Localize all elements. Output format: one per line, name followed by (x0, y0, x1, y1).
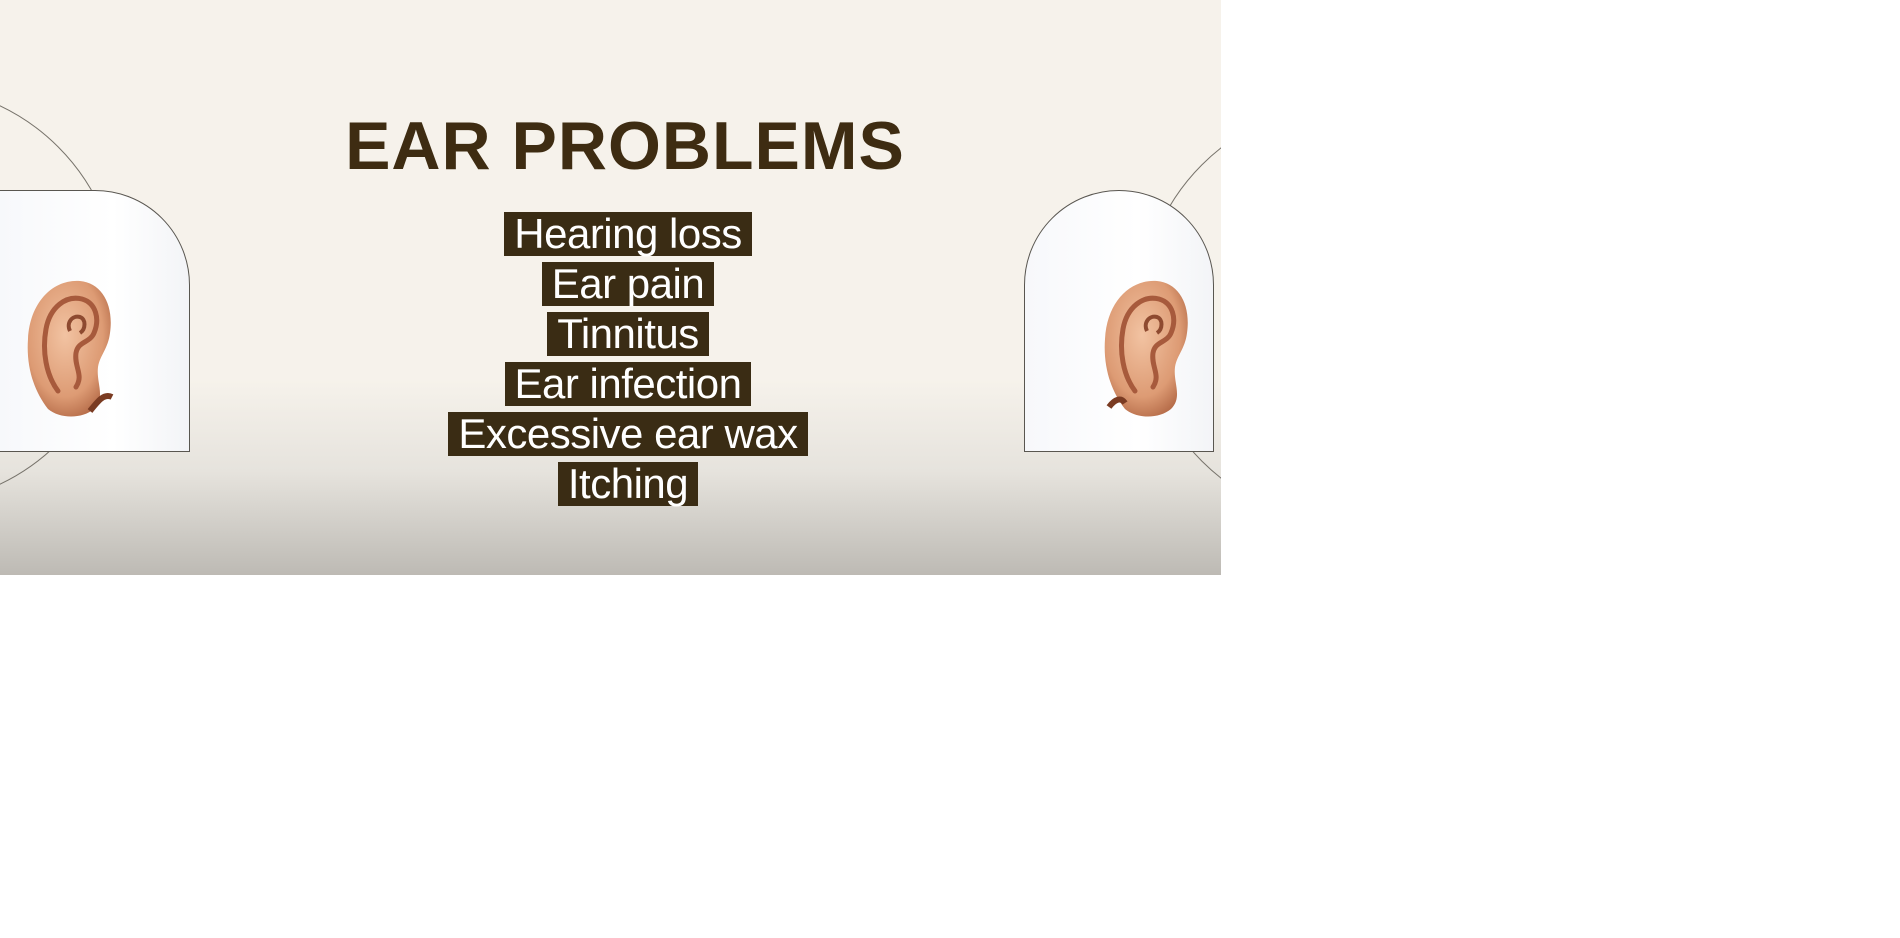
list-item: Hearing loss (504, 212, 752, 256)
list-item: Itching (557, 462, 699, 506)
problem-list: Hearing loss Ear pain Tinnitus Ear infec… (0, 212, 1221, 512)
list-item: Tinnitus (547, 312, 709, 356)
slide: EAR PROBLEMS Hearing loss Ear pain Tinni… (0, 0, 1221, 575)
list-item: Ear pain (541, 262, 715, 306)
list-item: Ear infection (504, 362, 752, 406)
list-item: Excessive ear wax (448, 412, 808, 456)
slide-title: EAR PROBLEMS (345, 108, 905, 184)
